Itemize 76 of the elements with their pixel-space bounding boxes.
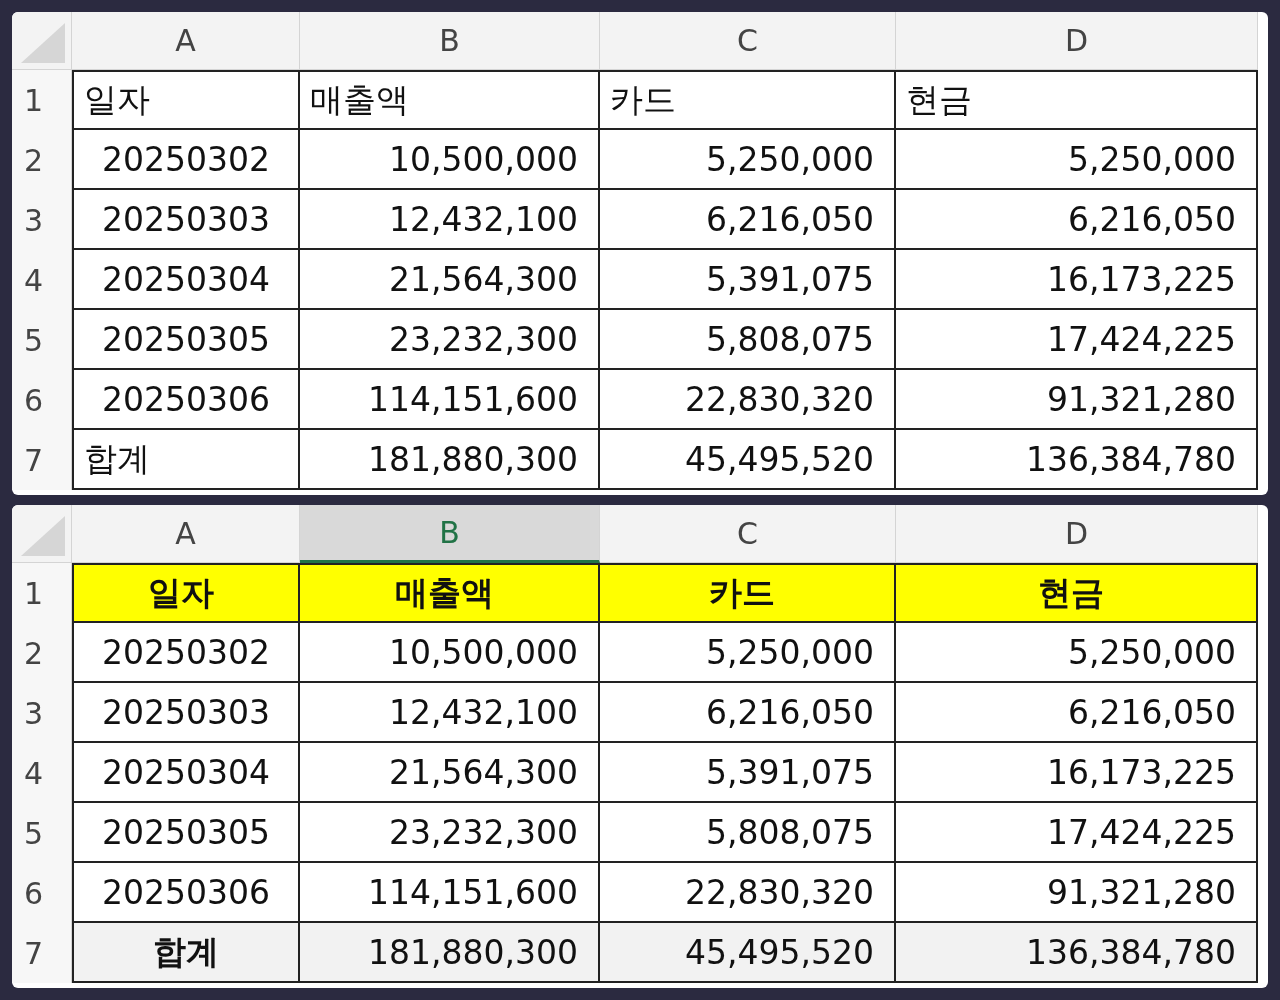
table-cell: 17,424,225: [896, 310, 1258, 370]
column-header[interactable]: B: [300, 505, 600, 563]
table-cell: 20250303: [72, 683, 300, 743]
table-cell: 5,808,075: [600, 803, 896, 863]
table-cell: 5,250,000: [600, 623, 896, 683]
row-header[interactable]: 6: [12, 370, 72, 430]
table-cell: 매출액: [300, 70, 600, 130]
row-header[interactable]: 5: [12, 310, 72, 370]
column-header[interactable]: C: [600, 12, 896, 70]
table-cell: 45,495,520: [600, 430, 896, 490]
column-header[interactable]: A: [72, 12, 300, 70]
table-cell: 21,564,300: [300, 250, 600, 310]
table-cell: 카드: [600, 563, 896, 623]
table-cell: 10,500,000: [300, 130, 600, 190]
table-cell: 20250304: [72, 250, 300, 310]
table-cell: 12,432,100: [300, 190, 600, 250]
table-cell: 181,880,300: [300, 923, 600, 983]
table-cell: 91,321,280: [896, 370, 1258, 430]
table-cell: 20250305: [72, 310, 300, 370]
table-cell: 5,391,075: [600, 743, 896, 803]
table-cell: 45,495,520: [600, 923, 896, 983]
row-header[interactable]: 2: [12, 623, 72, 683]
column-header[interactable]: C: [600, 505, 896, 563]
table-cell: 5,250,000: [896, 623, 1258, 683]
table-cell: 21,564,300: [300, 743, 600, 803]
row-header[interactable]: 3: [12, 190, 72, 250]
table-cell: 10,500,000: [300, 623, 600, 683]
table-cell: 카드: [600, 70, 896, 130]
table-cell: 16,173,225: [896, 250, 1258, 310]
row-header[interactable]: 1: [12, 70, 72, 130]
table-cell: 20250304: [72, 743, 300, 803]
table-cell: 23,232,300: [300, 803, 600, 863]
table-cell: 현금: [896, 563, 1258, 623]
row-header[interactable]: 6: [12, 863, 72, 923]
table-cell: 136,384,780: [896, 430, 1258, 490]
table-cell: 5,391,075: [600, 250, 896, 310]
column-header[interactable]: A: [72, 505, 300, 563]
row-header[interactable]: 3: [12, 683, 72, 743]
table-cell: 20250302: [72, 130, 300, 190]
row-header[interactable]: 5: [12, 803, 72, 863]
table-cell: 6,216,050: [600, 683, 896, 743]
table-cell: 6,216,050: [600, 190, 896, 250]
select-all-icon[interactable]: [21, 23, 65, 63]
table-cell: 136,384,780: [896, 923, 1258, 983]
table-cell: 매출액: [300, 563, 600, 623]
table-cell: 합계: [72, 430, 300, 490]
table-cell: 합계: [72, 923, 300, 983]
row-header[interactable]: 7: [12, 430, 72, 490]
row-header[interactable]: 4: [12, 743, 72, 803]
table-cell: 5,250,000: [600, 130, 896, 190]
table-cell: 20250303: [72, 190, 300, 250]
table-cell: 20250305: [72, 803, 300, 863]
table-cell: 일자: [72, 70, 300, 130]
table-cell: 현금: [896, 70, 1258, 130]
table-cell: 114,151,600: [300, 370, 600, 430]
select-all-icon[interactable]: [21, 516, 65, 556]
row-header[interactable]: 7: [12, 923, 72, 983]
table-cell: 5,808,075: [600, 310, 896, 370]
row-header[interactable]: 1: [12, 563, 72, 623]
table-cell: 6,216,050: [896, 190, 1258, 250]
table-cell: 16,173,225: [896, 743, 1258, 803]
column-header[interactable]: B: [300, 12, 600, 70]
table-cell: 20250302: [72, 623, 300, 683]
table-cell: 22,830,320: [600, 370, 896, 430]
table-cell: 17,424,225: [896, 803, 1258, 863]
column-header[interactable]: D: [896, 505, 1258, 563]
table-cell: 181,880,300: [300, 430, 600, 490]
table-cell: 20250306: [72, 370, 300, 430]
table-cell: 일자: [72, 563, 300, 623]
table-cell: 5,250,000: [896, 130, 1258, 190]
table-cell: 12,432,100: [300, 683, 600, 743]
column-header[interactable]: D: [896, 12, 1258, 70]
table-cell: 23,232,300: [300, 310, 600, 370]
table-cell: 6,216,050: [896, 683, 1258, 743]
row-header[interactable]: 4: [12, 250, 72, 310]
row-header[interactable]: 2: [12, 130, 72, 190]
